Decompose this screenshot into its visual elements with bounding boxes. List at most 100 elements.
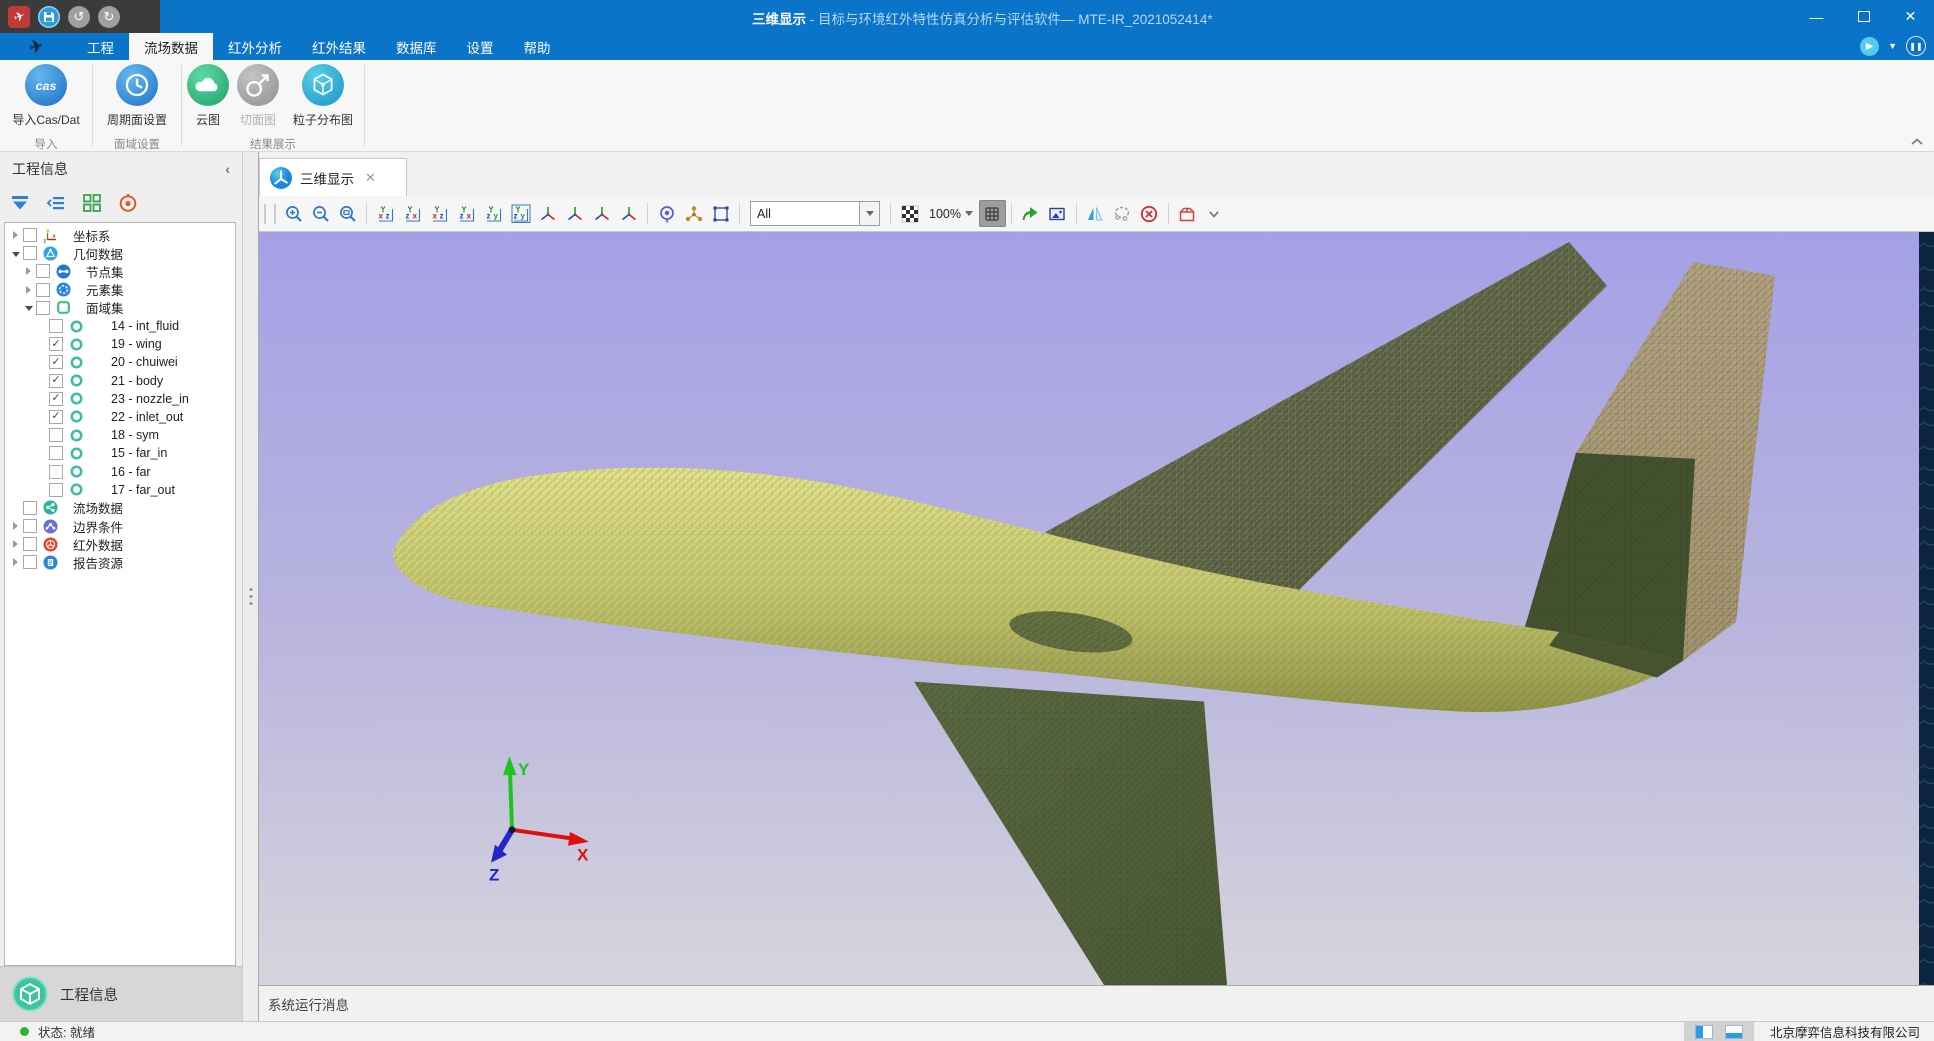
tree-checkbox[interactable]: ✓: [49, 337, 63, 351]
tree-checkbox[interactable]: [23, 537, 37, 551]
tree-expander-icon[interactable]: [9, 231, 22, 239]
app-jet-icon[interactable]: ✈: [8, 6, 30, 28]
tree-checkbox[interactable]: [49, 428, 63, 442]
cloud-map-button[interactable]: 云图: [184, 64, 232, 128]
tree-checkbox[interactable]: ✓: [49, 355, 63, 369]
viewport-3d[interactable]: Y X Z: [259, 232, 1934, 985]
tree-item-label[interactable]: 14 - int_fluid: [111, 319, 179, 333]
tree-row[interactable]: 边界条件: [5, 517, 235, 535]
tree-item-label[interactable]: 红外数据: [73, 535, 123, 554]
grid-view-tool-button[interactable]: [81, 192, 103, 214]
tree-item-label[interactable]: 流场数据: [73, 498, 123, 517]
tree-row[interactable]: ✓22 - inlet_out: [5, 408, 235, 426]
tree-item-label[interactable]: 15 - far_in: [111, 446, 167, 460]
locate-button[interactable]: [653, 200, 680, 227]
tree-row[interactable]: 报告资源: [5, 553, 235, 571]
tree-item-label[interactable]: 18 - sym: [111, 428, 159, 442]
view-iso-sw-button[interactable]: [615, 200, 642, 227]
tree-item-label[interactable]: 元素集: [86, 280, 124, 299]
tree-row[interactable]: ✓23 - nozzle_in: [5, 390, 235, 408]
tree-checkbox[interactable]: [49, 446, 63, 460]
media-panel-icon[interactable]: ▶: [1860, 37, 1879, 56]
tree-expander-icon[interactable]: [9, 558, 22, 566]
tree-checkbox[interactable]: ✓: [49, 410, 63, 424]
periodic-surface-button[interactable]: 周期面设置: [95, 64, 179, 128]
tree-item-label[interactable]: 面域集: [86, 298, 124, 317]
more-options-caret[interactable]: [1201, 200, 1228, 227]
close-icon[interactable]: ✕: [1887, 0, 1934, 33]
tree-row[interactable]: 14 - int_fluid: [5, 317, 235, 335]
tab-3d-display[interactable]: 三维显示 ✕: [259, 158, 407, 196]
tree-row[interactable]: 16 - far: [5, 462, 235, 480]
export-view-button[interactable]: [1017, 200, 1044, 227]
zoom-in-button[interactable]: [280, 200, 307, 227]
tree-expander-icon[interactable]: [9, 540, 22, 548]
tree-checkbox[interactable]: [36, 283, 50, 297]
toolbar-drag-handle[interactable]: [264, 204, 276, 224]
view-top-button[interactable]: z y: [480, 200, 507, 227]
save-icon[interactable]: [38, 6, 60, 28]
redo-icon[interactable]: ↻: [98, 6, 120, 28]
list-view-tool-button[interactable]: [45, 192, 67, 214]
view-iso-ne-button[interactable]: [534, 200, 561, 227]
zoom-level-dropdown[interactable]: 100%: [929, 207, 973, 221]
project-panel-bottom-tab[interactable]: 工程信息: [0, 966, 242, 1021]
particle-distribution-button[interactable]: 粒子分布图: [284, 64, 362, 128]
tab-close-icon[interactable]: ✕: [365, 170, 376, 186]
view-iso-nw-button[interactable]: [561, 200, 588, 227]
tree-expander-icon[interactable]: [22, 267, 35, 275]
tree-item-label[interactable]: 16 - far: [111, 465, 151, 479]
import-cas-dat-button[interactable]: cas导入Cas/Dat: [2, 64, 90, 128]
tree-row[interactable]: ✓ 20 - chuiwei: [5, 353, 235, 371]
combo-dropdown-icon[interactable]: [859, 202, 879, 225]
tree-row[interactable]: 元素集: [5, 281, 235, 299]
tree-checkbox[interactable]: [49, 319, 63, 333]
tree-row[interactable]: ✓21 - body: [5, 372, 235, 390]
tree-item-label[interactable]: 边界条件: [73, 517, 123, 536]
display-filter-combo[interactable]: All: [750, 201, 880, 226]
tree-checkbox[interactable]: [23, 519, 37, 533]
layout-bottom-panel-icon[interactable]: [1725, 1025, 1743, 1039]
tree-row[interactable]: 17 - far_out: [5, 481, 235, 499]
tree-item-label[interactable]: 19 - wing: [111, 337, 162, 351]
tree-row[interactable]: ✓ 19 - wing: [5, 335, 235, 353]
view-left-button[interactable]: x z: [426, 200, 453, 227]
status-circle-icon[interactable]: ❚❚: [1906, 36, 1926, 56]
view-bottom-button[interactable]: z y: [507, 200, 534, 227]
layout-left-panel-icon[interactable]: [1695, 1025, 1713, 1039]
tree-expander-icon[interactable]: [9, 251, 22, 256]
view-right-button[interactable]: z x: [453, 200, 480, 227]
tree-row[interactable]: 流场数据: [5, 499, 235, 517]
tree-expander-icon[interactable]: [22, 305, 35, 310]
tree-item-label[interactable]: 17 - far_out: [111, 483, 175, 497]
mirror-button[interactable]: [1082, 200, 1109, 227]
view-iso-se-button[interactable]: [588, 200, 615, 227]
tree-checkbox[interactable]: ✓: [49, 374, 63, 388]
tree-item-label[interactable]: 20 - chuiwei: [111, 355, 178, 369]
snapshot-button[interactable]: [1044, 200, 1071, 227]
menu-tab-设置[interactable]: 设置: [452, 33, 509, 60]
tree-item-label[interactable]: 节点集: [86, 262, 124, 281]
zoom-out-button[interactable]: [307, 200, 334, 227]
tree-item-label[interactable]: 几何数据: [73, 244, 123, 263]
tree-row[interactable]: 红外数据: [5, 535, 235, 553]
tree-row[interactable]: 18 - sym: [5, 426, 235, 444]
ribbon-collapse-icon[interactable]: [1910, 137, 1924, 147]
undo-icon[interactable]: ↺: [68, 6, 90, 28]
lasso-button[interactable]: [1109, 200, 1136, 227]
zoom-fit-button[interactable]: [334, 200, 361, 227]
tree-row[interactable]: 15 - far_in: [5, 444, 235, 462]
tree-row[interactable]: 面域集: [5, 299, 235, 317]
menu-tab-工程[interactable]: 工程: [72, 33, 129, 60]
tree-checkbox[interactable]: [23, 228, 37, 242]
panel-collapse-icon[interactable]: ‹: [221, 161, 234, 177]
tree-checkbox[interactable]: [36, 264, 50, 278]
tree-checkbox[interactable]: [49, 483, 63, 497]
particle-display-button[interactable]: [680, 200, 707, 227]
tree-item-label[interactable]: 坐标系: [73, 226, 111, 245]
maximize-icon[interactable]: [1840, 0, 1887, 33]
menu-tab-红外结果[interactable]: 红外结果: [297, 33, 381, 60]
box-select-button[interactable]: [707, 200, 734, 227]
panel-splitter[interactable]: [242, 152, 259, 1021]
tree-checkbox[interactable]: ✓: [49, 392, 63, 406]
